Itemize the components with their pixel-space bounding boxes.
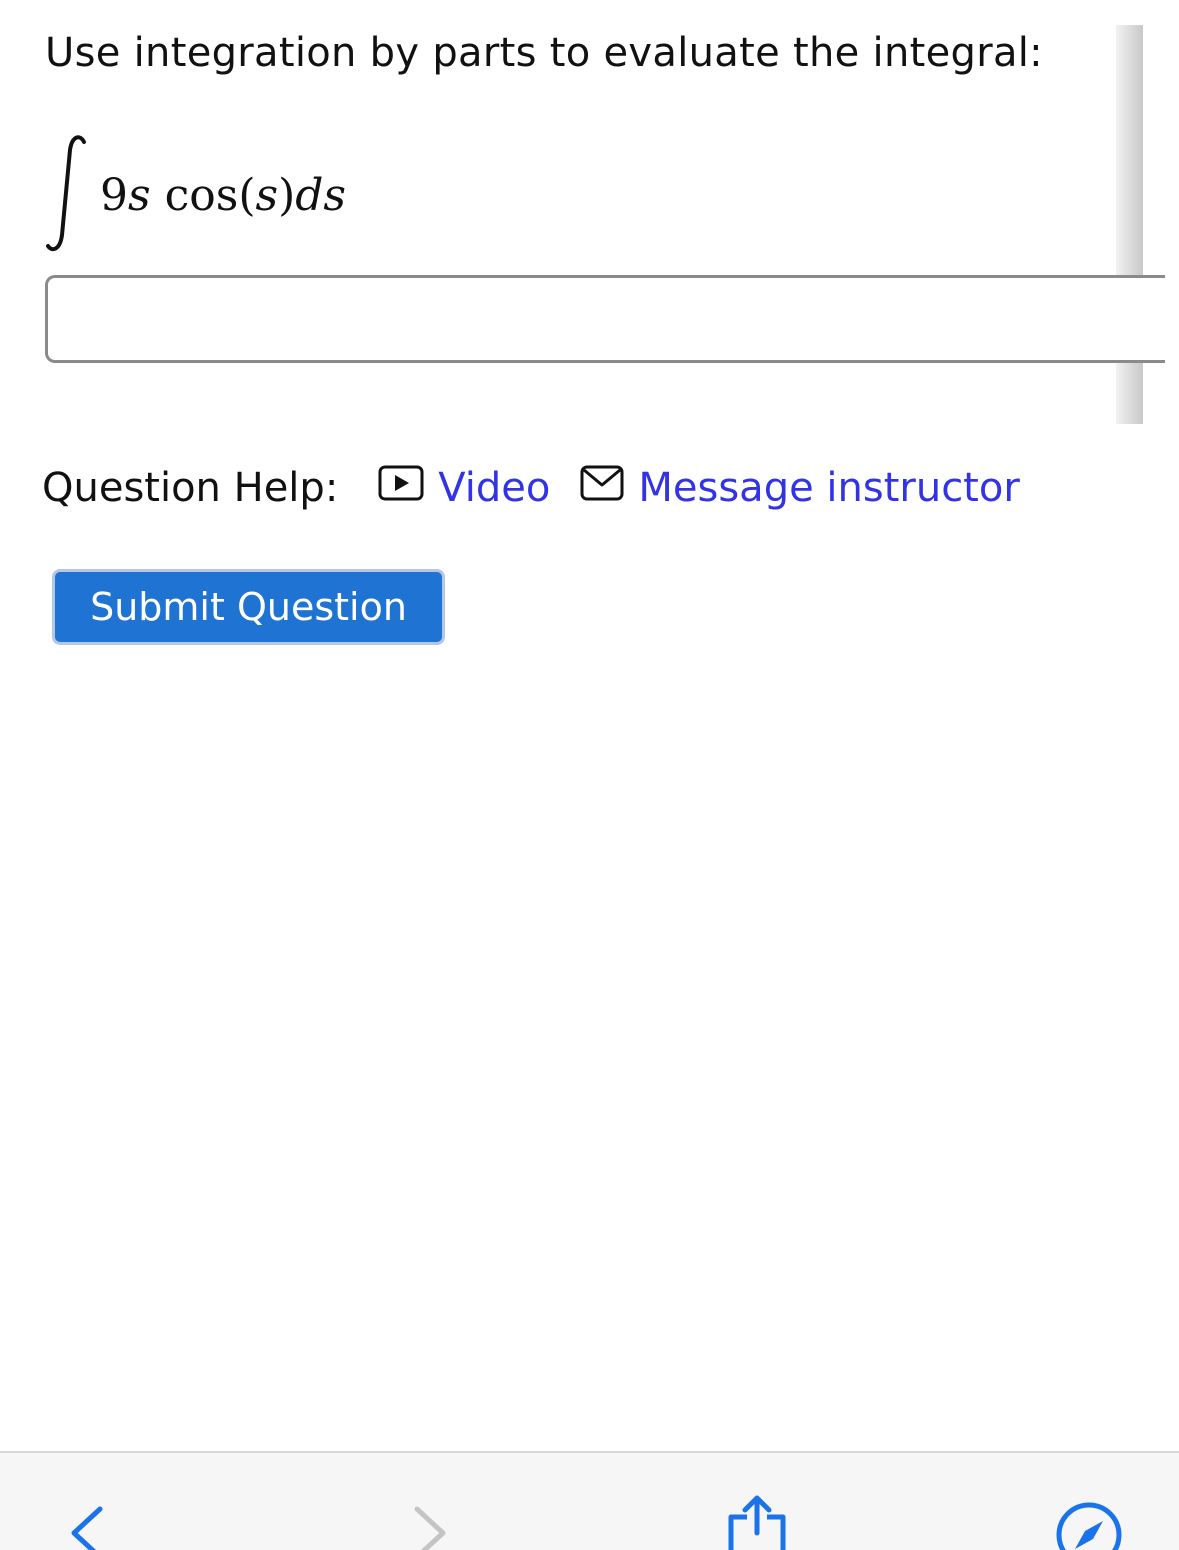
- answer-input[interactable]: [45, 275, 1165, 363]
- question-help-label: Question Help:: [42, 465, 339, 511]
- video-icon: [378, 465, 424, 511]
- share-icon[interactable]: [725, 1493, 789, 1550]
- message-instructor-label: Message instructor: [638, 465, 1020, 511]
- question-prompt: Use integration by parts to evaluate the…: [45, 30, 1043, 76]
- close-paren: ): [278, 170, 296, 221]
- message-instructor-link[interactable]: Message instructor: [580, 465, 1020, 511]
- integrand: 9s cos(s)ds: [100, 170, 346, 221]
- function-name: cos: [164, 170, 239, 221]
- scrollbar[interactable]: [1116, 25, 1143, 424]
- variable: s: [128, 170, 151, 221]
- back-icon[interactable]: [62, 1503, 112, 1550]
- compass-icon[interactable]: [1055, 1501, 1125, 1550]
- integral-sign-icon: [46, 135, 86, 252]
- submit-question-button[interactable]: Submit Question: [52, 569, 445, 645]
- differential-d: d: [295, 170, 324, 221]
- forward-icon[interactable]: [405, 1503, 455, 1550]
- open-paren: (: [238, 170, 256, 221]
- differential-variable: s: [323, 170, 347, 221]
- coefficient: 9: [100, 170, 128, 221]
- argument: s: [255, 170, 279, 221]
- video-link-label: Video: [438, 465, 551, 511]
- envelope-icon: [580, 465, 624, 511]
- question-help: Question Help: Video Message instructor: [42, 462, 1020, 514]
- browser-toolbar: [0, 1451, 1179, 1550]
- video-link[interactable]: Video: [378, 465, 550, 511]
